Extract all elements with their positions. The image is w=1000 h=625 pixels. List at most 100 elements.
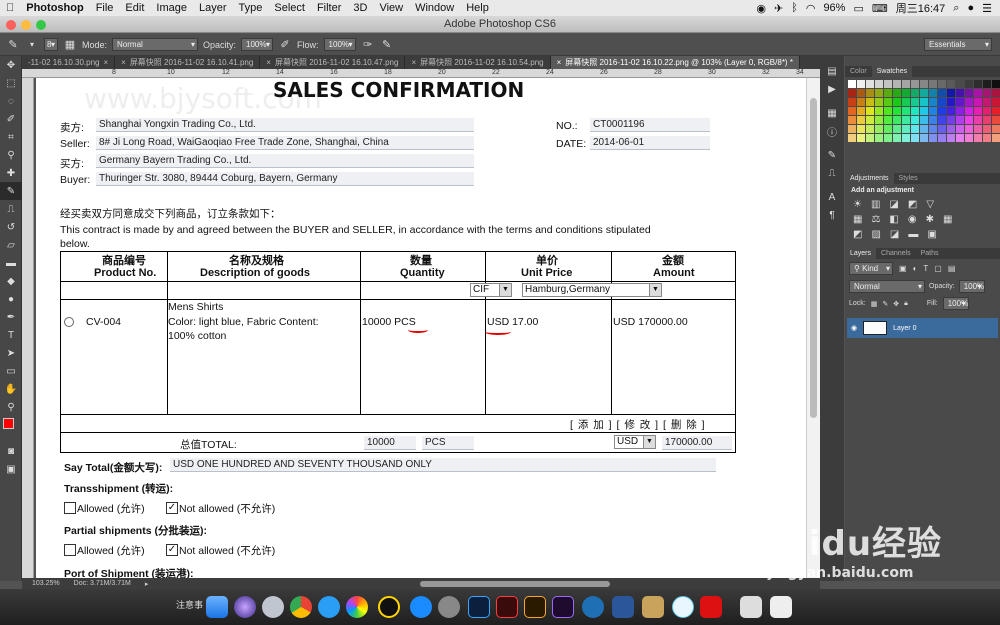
buyer-name-field[interactable]: Germany Bayern Trading Co., Ltd. [96,154,474,168]
swatch[interactable] [920,107,928,115]
apple-icon[interactable]:  [0,2,20,14]
swatch[interactable] [929,116,937,124]
swatch[interactable] [848,98,856,106]
swatch[interactable] [920,98,928,106]
horizontal-scroll-thumb[interactable] [420,580,610,587]
swatch[interactable] [902,89,910,97]
flash-dock-icon[interactable] [496,596,518,618]
selective-color-icon[interactable]: ▣ [927,229,936,240]
eraser-tool-icon[interactable]: ▱ [0,236,22,254]
battery-label[interactable]: 96% [823,2,845,14]
swatch[interactable] [992,134,1000,142]
zoom-tool-icon[interactable]: ⚲ [0,398,22,416]
swatch[interactable] [893,134,901,142]
shape-filter-icon[interactable]: ▢ [934,264,942,273]
swatch[interactable] [920,134,928,142]
total-quantity-field[interactable]: 10000 [364,436,416,450]
swatch[interactable] [947,89,955,97]
foreground-color[interactable] [3,418,14,429]
healing-tool-icon[interactable]: ✚ [0,164,22,182]
swatch[interactable] [866,89,874,97]
swatch[interactable] [893,116,901,124]
photos-icon[interactable] [346,596,368,618]
swatch[interactable] [947,134,955,142]
swatch[interactable] [956,98,964,106]
doc-tab[interactable]: × 屏幕快照 2016-11-02 16.10.47.png [260,56,406,69]
swatch[interactable] [866,125,874,133]
threshold-icon[interactable]: ◪ [890,229,899,240]
trade-term-select[interactable]: CIF ▼ [470,283,512,297]
swatch[interactable] [884,116,892,124]
swatch[interactable] [884,125,892,133]
swatch[interactable] [884,107,892,115]
swatch[interactable] [983,80,991,88]
qq-icon[interactable] [378,596,400,618]
swatch[interactable] [893,80,901,88]
tab-adjustments[interactable]: Adjustments [845,173,894,184]
launchpad-icon[interactable] [262,596,284,618]
siri-icon[interactable]: ● [967,2,974,14]
flow-select[interactable]: 100% [323,38,356,51]
photoshop-dock-icon[interactable] [468,596,490,618]
dock-document-icon[interactable] [740,596,762,618]
swatch[interactable] [929,125,937,133]
swatch[interactable] [911,107,919,115]
lock-all-icon[interactable]: 🔒︎ [904,300,908,308]
airbrush-icon[interactable]: ✑ [361,38,375,52]
swatch[interactable] [875,107,883,115]
lock-image-icon[interactable]: ✎ [882,300,888,308]
swatch[interactable] [974,107,982,115]
invert-icon[interactable]: ◩ [853,229,862,240]
swatch[interactable] [983,116,991,124]
menu-image[interactable]: Image [150,2,193,14]
swatch[interactable] [848,80,856,88]
marquee-tool-icon[interactable]: ⬚ [0,74,22,92]
swatch[interactable] [857,98,865,106]
swatch[interactable] [965,125,973,133]
swatch[interactable] [929,80,937,88]
swatch[interactable] [893,107,901,115]
swatch[interactable] [983,107,991,115]
menu-file[interactable]: File [90,2,120,14]
type-tool-icon[interactable]: T [0,326,22,344]
workspace-select[interactable]: Essentials [924,38,992,51]
swatch[interactable] [947,80,955,88]
menu-type[interactable]: Type [233,2,269,14]
swatch[interactable] [956,116,964,124]
partial-allowed-checkbox[interactable] [64,544,76,556]
swatch[interactable] [875,80,883,88]
swatch[interactable] [947,116,955,124]
menu-filter[interactable]: Filter [311,2,347,14]
menu-view[interactable]: View [373,2,409,14]
swatch[interactable] [911,125,919,133]
brush-panel-icon[interactable]: ✎ [820,146,844,164]
character-panel-icon[interactable]: A [820,188,844,206]
swatch[interactable] [965,107,973,115]
premiere-dock-icon[interactable] [552,596,574,618]
swatch[interactable] [956,89,964,97]
swatch[interactable] [947,125,955,133]
buyer-address-field[interactable]: Thuringer Str. 3080, 89444 Coburg, Bayer… [96,172,474,186]
swatch[interactable] [938,116,946,124]
menu-edit[interactable]: Edit [119,2,150,14]
menu-window[interactable]: Window [409,2,460,14]
swatch[interactable] [857,89,865,97]
pressure-opacity-icon[interactable]: ✐ [278,38,292,52]
fill-select[interactable]: 100% [942,297,969,310]
total-currency-select[interactable]: USD ▼ [614,435,656,449]
tab-close-icon[interactable]: × [266,56,271,69]
swatch[interactable] [956,80,964,88]
swatch[interactable] [938,89,946,97]
row-select-radio[interactable] [64,317,74,327]
date-field[interactable]: 2014-06-01 [590,136,710,150]
layer-name[interactable]: Layer 0 [893,325,916,332]
minimize-window-icon[interactable] [21,20,31,30]
transshipment-not-allowed-checkbox[interactable]: ✓ [166,502,178,514]
dock-document-icon[interactable] [770,596,792,618]
flash-player-icon[interactable] [700,596,722,618]
battery-icon[interactable]: ▭ [853,2,863,15]
quick-select-tool-icon[interactable]: ✐ [0,110,22,128]
swatch[interactable] [848,116,856,124]
swatch[interactable] [965,134,973,142]
swatch[interactable] [866,98,874,106]
